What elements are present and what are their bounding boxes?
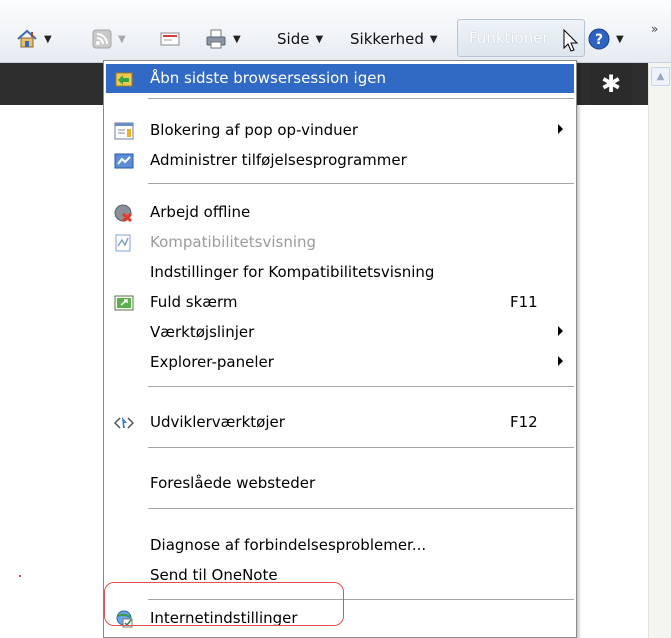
scroll-up-icon[interactable]: ▲ — [651, 67, 670, 86]
mail-icon — [160, 32, 180, 46]
fullscreen-icon — [114, 295, 134, 311]
reopen-session-icon — [115, 72, 133, 87]
menu-item-compatibility-view-settings[interactable]: Indstillinger for Kompatibilitetsvisning — [106, 258, 574, 287]
chevron-down-icon: ▼ — [429, 33, 438, 45]
popup-blocker-icon — [114, 122, 134, 140]
menu-item-full-screen[interactable]: Fuld skærm F11 — [106, 288, 574, 317]
manage-addons-icon — [114, 153, 134, 169]
mail-button[interactable] — [160, 24, 180, 54]
page-menu-label: Side — [277, 30, 310, 48]
toolbar-overflow-chevron[interactable]: » — [651, 22, 658, 36]
menu-item-developer-tools[interactable]: Udviklerværktøjer F12 — [106, 408, 574, 437]
tools-menu-label: Funktioner — [469, 29, 549, 47]
menu-item-compatibility-view[interactable]: Kompatibilitetsvisning — [106, 228, 574, 257]
print-button[interactable]: ▼ — [205, 24, 241, 54]
safety-menu-label: Sikkerhed — [350, 30, 424, 48]
menu-separator — [148, 447, 574, 448]
vertical-scrollbar[interactable]: ▲ — [648, 63, 671, 638]
menu-item-reopen-last-session[interactable]: Åbn sidste browsersession igen — [106, 64, 574, 93]
submenu-arrow-icon — [558, 124, 563, 134]
help-icon: ? — [588, 28, 610, 50]
svg-text:?: ? — [595, 32, 603, 48]
feeds-button[interactable]: ▼ — [92, 24, 126, 54]
safety-menu-button[interactable]: Sikkerhed ▼ — [350, 24, 438, 54]
page-menu-button[interactable]: Side ▼ — [277, 24, 323, 54]
mouse-cursor-icon — [563, 29, 579, 52]
menu-separator — [148, 508, 574, 509]
developer-tools-icon — [114, 417, 134, 429]
gear-icon[interactable]: ✱ — [590, 63, 632, 105]
home-icon — [17, 29, 37, 48]
submenu-arrow-icon — [558, 356, 563, 366]
menu-item-diagnose-connection[interactable]: Diagnose af forbindelsesproblemer... — [106, 531, 574, 560]
home-button[interactable]: ▼ — [16, 24, 52, 54]
compatibility-view-icon — [115, 234, 131, 252]
menu-separator — [148, 386, 574, 387]
rss-feed-icon — [92, 29, 112, 49]
menu-item-toolbars[interactable]: Værktøjslinjer — [106, 318, 574, 347]
shortcut-label: F12 — [510, 413, 538, 431]
printer-icon — [206, 29, 226, 49]
page-speck — [19, 575, 21, 577]
work-offline-icon — [114, 204, 132, 222]
menu-item-explorer-bars[interactable]: Explorer-paneler — [106, 348, 574, 377]
annotation-highlight-box — [104, 582, 344, 626]
help-dropdown-arrow[interactable]: ▼ — [616, 34, 624, 45]
menu-item-suggested-sites[interactable]: Foreslåede websteder — [106, 469, 574, 498]
submenu-arrow-icon — [558, 326, 563, 336]
tools-dropdown-menu: Åbn sidste browsersession igen Blokering… — [103, 60, 577, 638]
menu-item-work-offline[interactable]: Arbejd offline — [106, 198, 574, 227]
feeds-dropdown-arrow[interactable]: ▼ — [118, 34, 126, 45]
menu-separator — [148, 98, 574, 99]
home-dropdown-arrow[interactable]: ▼ — [44, 34, 52, 45]
menu-item-popup-blocker[interactable]: Blokering af pop op-vinduer — [106, 116, 574, 145]
chevron-down-icon: ▼ — [315, 33, 324, 45]
shortcut-label: F11 — [510, 293, 538, 311]
menu-item-manage-addons[interactable]: Administrer tilføjelsesprogrammer — [106, 146, 574, 175]
menu-separator — [148, 183, 574, 184]
help-button[interactable]: ? ▼ — [588, 24, 624, 54]
print-dropdown-arrow[interactable]: ▼ — [233, 34, 241, 45]
